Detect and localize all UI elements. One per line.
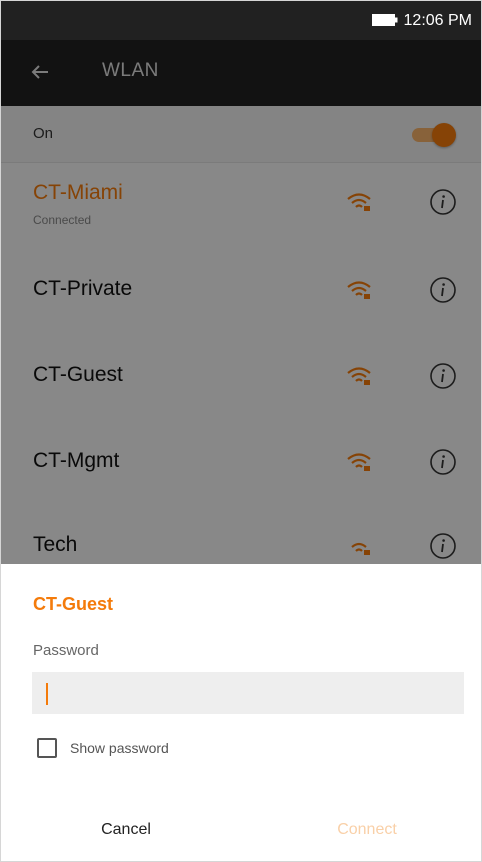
- show-password-checkbox[interactable]: [37, 738, 57, 758]
- wlan-screen: 12:06 PM WLAN On CT-Miami Connected CT-P…: [0, 0, 482, 862]
- text-caret: [46, 683, 48, 705]
- password-label: Password: [33, 642, 99, 659]
- show-password-label[interactable]: Show password: [70, 740, 169, 756]
- password-input[interactable]: [32, 672, 464, 714]
- cancel-button[interactable]: Cancel: [46, 814, 206, 844]
- status-time: 12:06 PM: [403, 12, 472, 29]
- battery-icon: [372, 14, 398, 26]
- connect-dialog: CT-Guest Password Show password Cancel C…: [0, 564, 482, 862]
- dialog-scrim[interactable]: [0, 40, 482, 564]
- dialog-title: CT-Guest: [33, 594, 114, 614]
- status-bar: 12:06 PM: [0, 0, 482, 40]
- connect-button[interactable]: Connect: [287, 814, 447, 844]
